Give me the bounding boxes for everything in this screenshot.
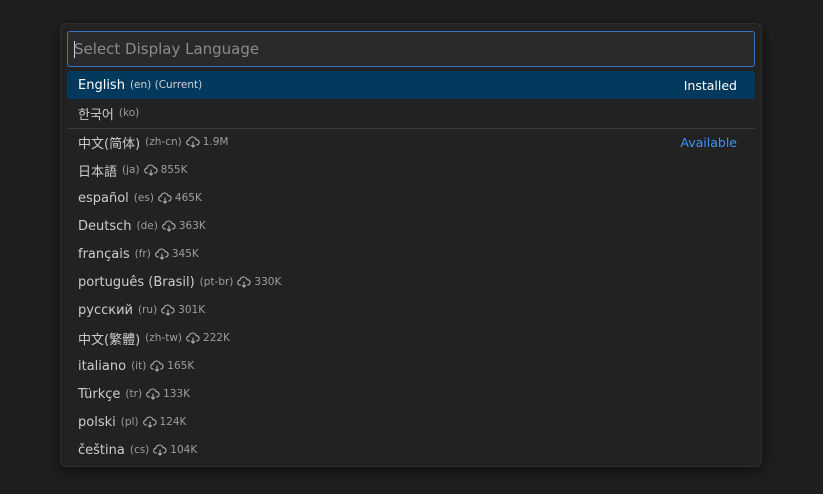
text-caret [74,41,75,58]
language-item[interactable]: 한국어 (ko) [67,99,755,127]
language-item[interactable]: English (en) (Current) Installed [67,71,755,99]
language-name: 中文(繁體) [78,332,141,348]
download-size: 133K [146,388,190,400]
language-code: (es) [133,192,154,204]
language-name: português (Brasil) [78,274,195,290]
download-size-value: 104K [170,444,198,456]
cloud-download-icon [161,304,175,316]
cloud-download-icon [185,136,200,148]
download-size: 165K [150,360,194,372]
download-size: 465K [158,192,202,204]
language-item[interactable]: 中文(繁體) (zh-tw) 222K [67,324,755,352]
language-code: (de) [136,220,158,232]
cloud-download-icon [150,360,164,372]
download-size-value: 124K [159,416,187,428]
cloud-download-icon [153,444,167,456]
language-code: (en) (Current) [129,79,203,91]
download-size-value: 1.9M [202,136,229,148]
language-name: English [78,77,125,93]
cloud-download-icon [142,416,157,428]
download-size: 363K [161,220,206,232]
language-item[interactable]: polski (pl) 124K [67,408,755,436]
cloud-download-icon [186,332,200,344]
language-code: (tr) [125,388,143,400]
language-item[interactable]: 日本語 (ja) 855K [67,156,755,184]
download-size-value: 222K [203,332,230,344]
language-name: 中文(简体) [78,136,141,152]
language-code: (ru) [138,304,158,316]
search-input[interactable] [68,32,754,66]
language-code: (ko) [118,107,140,119]
language-code: (pt-br) [199,276,234,288]
language-name: polski [78,414,116,430]
language-code: (zh-tw) [145,332,183,344]
language-item[interactable]: 中文(简体) (zh-cn) 1.9M Available [67,128,755,156]
download-size: 855K [143,164,188,176]
language-code: (ja) [122,164,140,176]
download-size-value: 165K [167,360,195,372]
language-name: 日本語 [78,164,118,180]
download-size: 1.9M [185,136,229,148]
cloud-download-icon [146,388,160,400]
language-name: français [78,246,130,262]
language-code: (fr) [134,248,151,260]
language-code: (zh-cn) [145,136,182,148]
language-code: (it) [131,360,147,372]
language-name: español [78,190,129,206]
language-name: italiano [78,358,127,374]
language-item[interactable]: Türkçe (tr) 133K [67,380,755,408]
download-size: 104K [153,444,197,456]
download-size-value: 363K [178,220,206,232]
language-item[interactable]: português (Brasil) (pt-br) 330K [67,268,755,296]
language-quick-pick: English (en) (Current) Installed 한국어 (ko) 中文(… [60,23,762,467]
cloud-download-icon [154,248,169,260]
group-label-installed: Installed [683,77,737,93]
download-size: 345K [154,248,199,260]
language-item[interactable]: italiano (it) 165K [67,352,755,380]
language-item[interactable]: español (es) 465K [67,184,755,212]
language-code: (pl) [120,416,139,428]
language-item[interactable]: français (fr) 345K [67,240,755,268]
cloud-download-icon [143,164,158,176]
language-name: 한국어 [78,107,114,123]
language-name: Deutsch [78,218,132,234]
language-item[interactable]: русский (ru) 301K [67,296,755,324]
cloud-download-icon [158,192,172,204]
language-name: čeština [78,442,125,458]
download-size: 124K [142,416,187,428]
language-code: (cs) [129,444,150,456]
language-name: Türkçe [78,386,121,402]
download-size-value: 301K [178,304,206,316]
search-input-box[interactable] [67,31,755,67]
download-size-value: 133K [163,388,190,400]
language-name: русский [78,302,133,318]
cloud-download-icon [237,276,252,288]
cloud-download-icon [161,220,176,232]
download-size-value: 345K [171,248,199,260]
download-size: 222K [186,332,230,344]
language-item[interactable]: Deutsch (de) 363K [67,212,755,240]
download-size-value: 330K [254,276,282,288]
download-size-value: 465K [174,192,202,204]
download-size-value: 855K [160,164,188,176]
download-size: 301K [161,304,205,316]
language-item[interactable]: čeština (cs) 104K [67,436,755,464]
group-label-available: Available [680,134,737,150]
download-size: 330K [237,276,281,288]
